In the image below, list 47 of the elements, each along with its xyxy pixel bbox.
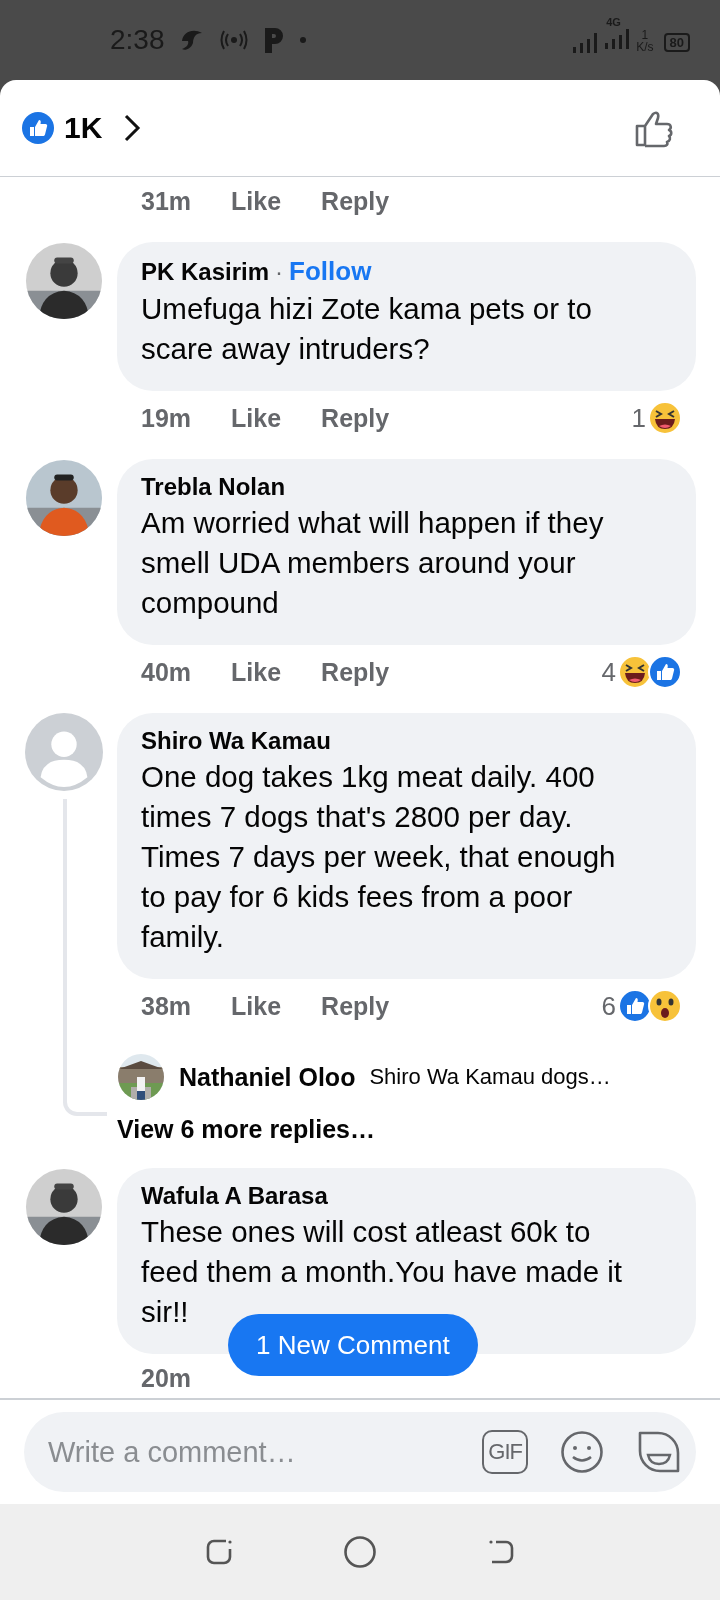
home-icon[interactable] (343, 1535, 377, 1569)
reply-link[interactable]: Reply (321, 991, 390, 1021)
reply-link[interactable]: Reply (321, 403, 390, 433)
like-count[interactable]: 1K (64, 111, 103, 145)
author-name[interactable]: Shiro Wa Kamau (141, 727, 331, 755)
view-more-replies-link[interactable]: View 6 more replies… (117, 1109, 696, 1154)
gif-button[interactable]: GIF (482, 1430, 528, 1474)
like-link[interactable]: Like (231, 657, 282, 687)
laughing-emoji-icon (618, 655, 652, 689)
new-comment-toast[interactable]: 1 New Comment (228, 1314, 478, 1376)
follow-link[interactable]: Follow (289, 256, 372, 287)
reaction-count[interactable]: 1 (631, 402, 646, 434)
comment-time: 40m (141, 657, 192, 687)
reaction-count[interactable]: 6 (601, 990, 616, 1022)
p-logo-icon (262, 26, 285, 54)
author-name[interactable]: Trebla Nolan (141, 473, 286, 501)
author-name[interactable]: Wafula A Barasa (141, 1182, 328, 1210)
author-name[interactable]: PK Kasirim (141, 258, 270, 286)
dot-icon (298, 36, 307, 44)
comment-time: 31m (141, 187, 192, 216)
chevron-right-icon[interactable] (122, 113, 143, 143)
like-icon (22, 112, 54, 144)
signal-icon (604, 27, 631, 49)
smiley-icon[interactable] (560, 1430, 604, 1474)
reply-link[interactable]: Reply (321, 657, 390, 687)
surprised-emoji-icon (648, 989, 682, 1023)
signal-icon (572, 31, 599, 53)
comment-input-field[interactable]: Write a comment… GIF (24, 1412, 696, 1492)
reply-link[interactable]: Reply (321, 187, 390, 216)
like-link[interactable]: Like (231, 187, 282, 216)
comment-text: Am worried what will happen if they smell UDA members around your compound (141, 505, 605, 621)
like-icon (648, 655, 682, 689)
comment-text: Umefuga hizi Zote kama pets or to scare away intruders? (141, 291, 593, 367)
reply-preview-text[interactable]: Shiro Wa Kamau dogs… (369, 1064, 611, 1090)
separator-dot: · (275, 258, 284, 286)
sticker-icon[interactable] (636, 1429, 682, 1475)
comment-time: 38m (141, 991, 192, 1021)
reaction-count[interactable]: 4 (601, 656, 616, 688)
comment-time: 19m (141, 403, 192, 433)
comment-text: One dog takes 1kg meat daily. 400 times 7 dogs that's 2800 per day. Times 7 days per week, that enough to pay for 6 kids fees from a poor family. (141, 759, 617, 955)
like-link[interactable]: Like (231, 403, 282, 433)
like-link[interactable]: Like (231, 991, 282, 1021)
comment-time: 20m (141, 1364, 192, 1393)
reply-author[interactable]: Nathaniel Oloo (179, 1062, 356, 1092)
like-icon (618, 989, 652, 1023)
broadcast-icon (218, 30, 249, 50)
laughing-emoji-icon (648, 401, 682, 435)
